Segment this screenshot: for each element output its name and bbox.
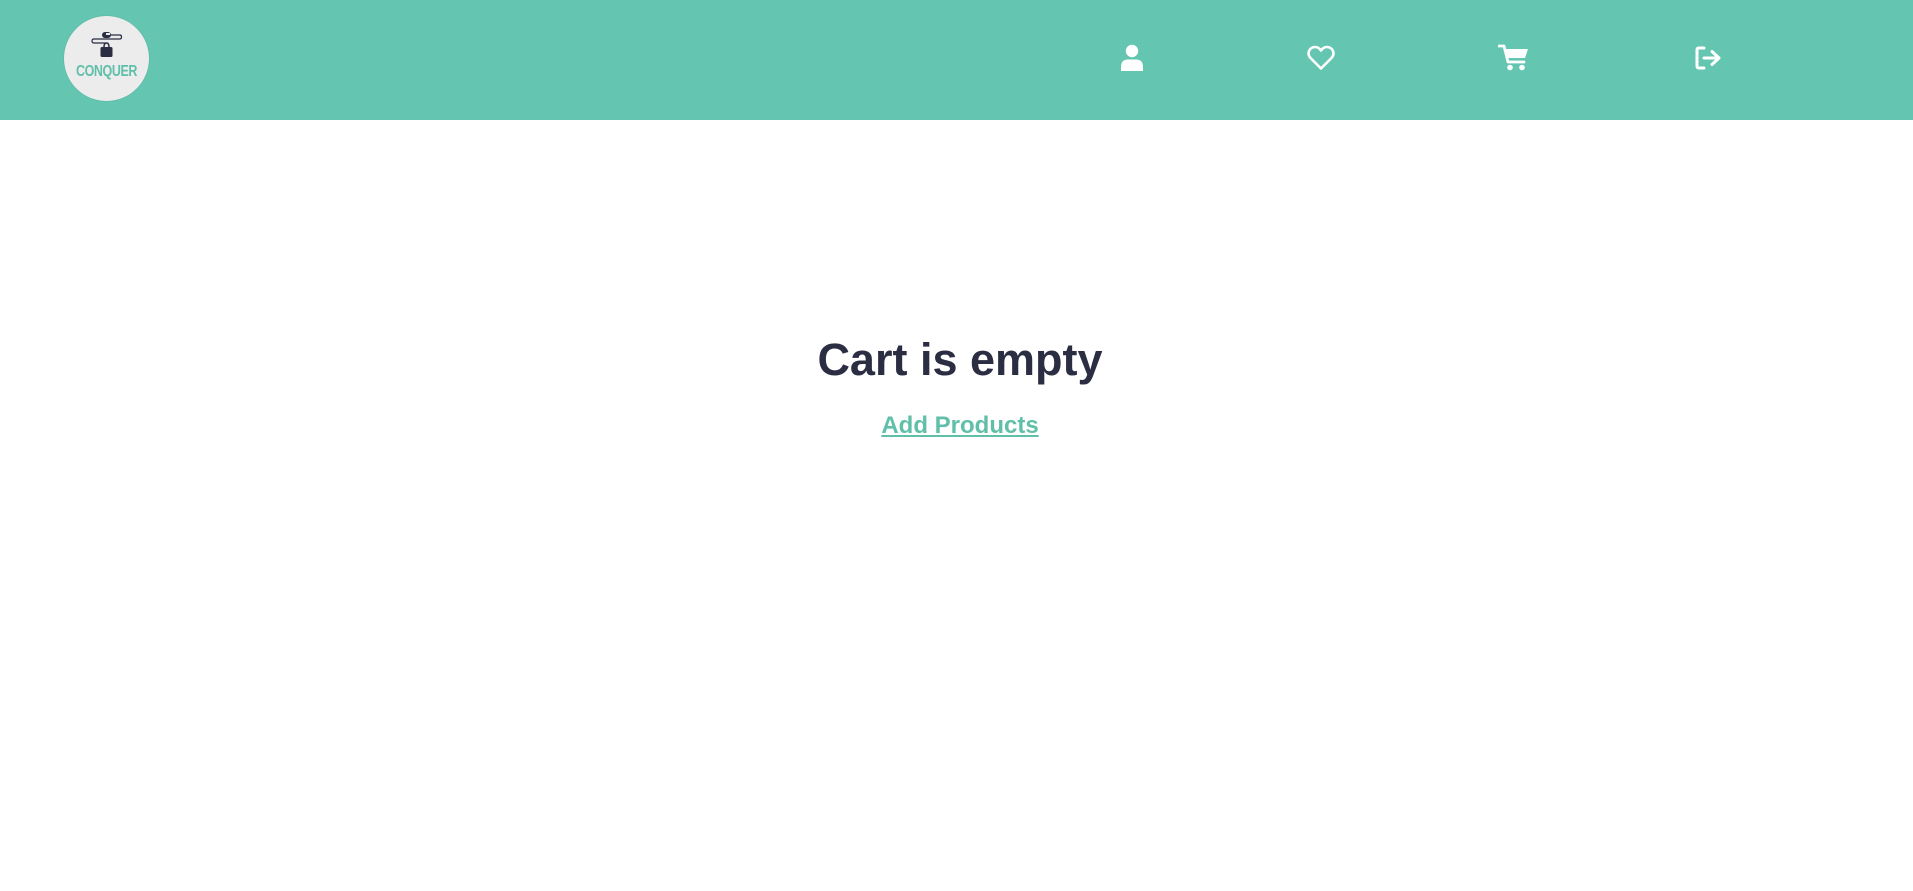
user-icon[interactable] (1114, 40, 1150, 76)
logout-icon[interactable] (1690, 40, 1726, 76)
brand-logo[interactable]: CONQUER (64, 16, 149, 101)
mouse-shopping-bag-logo-icon (91, 32, 123, 57)
empty-cart-title: Cart is empty (817, 334, 1103, 385)
cart-icon[interactable] (1496, 40, 1532, 76)
brand-logo-text: CONQUER (75, 63, 138, 80)
add-products-container: Add Products (0, 412, 1913, 440)
heart-icon[interactable] (1303, 40, 1339, 76)
navbar: CONQUER (0, 0, 1913, 120)
add-products-link[interactable]: Add Products (881, 412, 1038, 439)
